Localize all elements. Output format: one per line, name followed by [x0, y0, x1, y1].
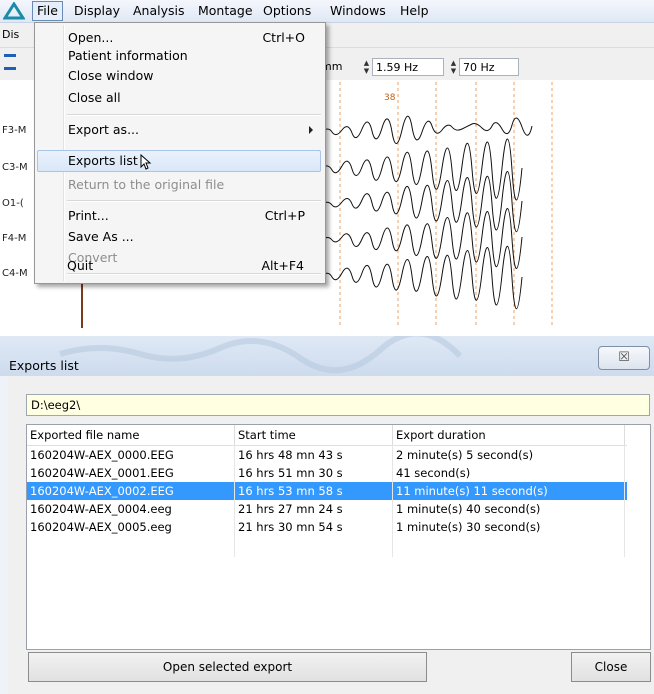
- table-header: Exported file name Start time Export dur…: [27, 425, 627, 446]
- event-marker-label: 38: [384, 93, 396, 103]
- title-bar-decoration: [59, 330, 463, 374]
- menu-item-close-all[interactable]: Close all: [37, 87, 321, 109]
- column-divider: [392, 445, 393, 557]
- menu-file[interactable]: File: [32, 1, 63, 21]
- table-row[interactable]: 160204W-AEX_0004.eeg 21 hrs 27 mn 24 s 1…: [27, 500, 627, 518]
- menu-item-exports-list[interactable]: Exports list: [37, 150, 321, 172]
- column-header-start-time[interactable]: Start time: [235, 425, 393, 445]
- toolbar-label: Dis: [2, 28, 20, 41]
- table-row[interactable]: 160204W-AEX_0005.eeg 21 hrs 30 mn 54 s 1…: [27, 518, 627, 536]
- menu-options[interactable]: Options: [259, 2, 315, 20]
- channel-label: C4-M: [2, 268, 28, 279]
- menu-item-open[interactable]: Open... Ctrl+O: [37, 27, 321, 49]
- app-logo-icon: [3, 2, 25, 20]
- menu-bar: File Display Analysis Montage Options Wi…: [0, 0, 654, 23]
- menu-item-close-window[interactable]: Close window: [37, 65, 321, 87]
- menu-help[interactable]: Help: [396, 2, 433, 20]
- table-row[interactable]: 160204W-AEX_0001.EEG 16 hrs 51 mn 30 s 4…: [27, 464, 627, 482]
- channel-label: F4-M: [2, 233, 27, 244]
- menu-montage[interactable]: Montage: [194, 2, 257, 20]
- menu-windows[interactable]: Windows: [326, 2, 390, 20]
- column-header-file-name[interactable]: Exported file name: [27, 425, 235, 445]
- table-row[interactable]: 160204W-AEX_0000.EEG 16 hrs 48 mn 43 s 2…: [27, 446, 627, 464]
- menu-item-patient-information[interactable]: Patient information: [37, 47, 321, 67]
- exports-table[interactable]: Exported file name Start time Export dur…: [26, 424, 651, 650]
- column-header-export-duration[interactable]: Export duration: [393, 425, 625, 445]
- menu-display[interactable]: Display: [70, 2, 124, 20]
- dialog-close-icon[interactable]: ☒: [598, 346, 650, 370]
- column-divider: [624, 445, 625, 557]
- dialog-title-bar: [0, 330, 654, 376]
- column-divider: [234, 445, 235, 557]
- channel-label: C3-M: [2, 162, 28, 173]
- file-menu-dropdown: Open... Ctrl+O Patient information Close …: [34, 22, 326, 284]
- export-path-field[interactable]: D:\eeg2\: [26, 394, 650, 416]
- dialog-title: Exports list: [9, 358, 79, 373]
- low-filter-field[interactable]: 1.59 Hz: [372, 58, 444, 76]
- menu-item-export-as[interactable]: Export as...: [37, 119, 321, 141]
- menu-item-quit[interactable]: Quit Alt+F4: [36, 255, 320, 277]
- table-row-selected[interactable]: 160204W-AEX_0002.EEG 16 hrs 53 mn 58 s 1…: [27, 482, 627, 500]
- submenu-arrow-icon: [309, 126, 313, 134]
- menu-item-save-as[interactable]: Save As ...: [37, 226, 321, 248]
- display-tool-icon[interactable]: [4, 54, 16, 70]
- menu-item-print[interactable]: Print... Ctrl+P: [37, 205, 321, 227]
- menu-separator: [67, 200, 321, 202]
- low-filter-spinner-icon[interactable]: ▲ ▼: [362, 59, 371, 75]
- menu-separator: [67, 114, 321, 116]
- menu-analysis[interactable]: Analysis: [129, 2, 189, 20]
- channel-label: F3-M: [2, 125, 27, 136]
- high-filter-field[interactable]: 70 Hz: [459, 58, 519, 76]
- high-filter-spinner-icon[interactable]: ▲ ▼: [449, 59, 458, 75]
- close-button[interactable]: Close: [571, 652, 651, 682]
- channel-label: O1-(: [2, 198, 24, 209]
- mouse-pointer-icon: [140, 154, 152, 170]
- menu-item-return-to-original: Return to the original file: [68, 177, 225, 192]
- open-selected-export-button[interactable]: Open selected export: [28, 652, 427, 682]
